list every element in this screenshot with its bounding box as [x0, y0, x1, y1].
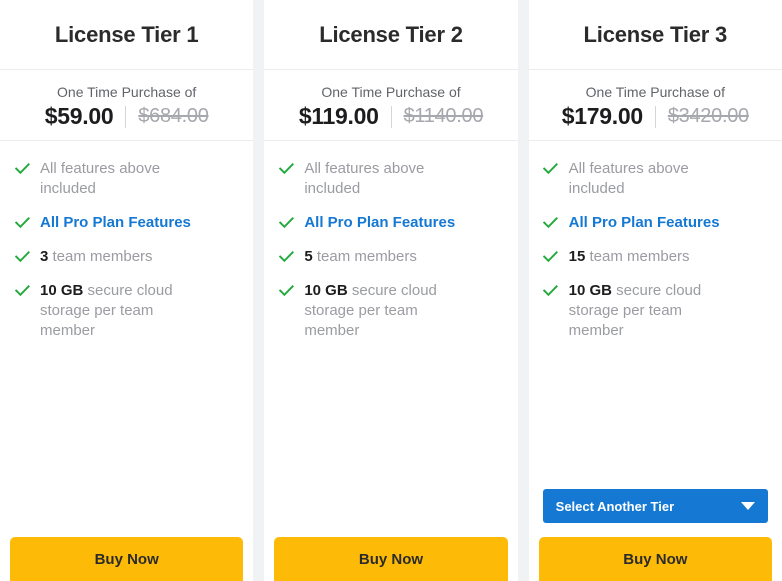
price-current: $179.00 [561, 103, 643, 129]
price-original: $1140.00 [403, 105, 484, 127]
tier-card-header: License Tier 1 [0, 0, 254, 70]
price-block: One Time Purchase of $119.00 $1140.00 [264, 70, 518, 141]
feature-text: 15 team members [569, 247, 690, 267]
tier-card: License Tier 3 One Time Purchase of $179.0… [528, 0, 782, 581]
price-caption: One Time Purchase of [57, 84, 197, 100]
price-divider [654, 105, 656, 128]
feature-highlight: 15 [568, 248, 586, 265]
price-block: One Time Purchase of $59.00 $684.00 [0, 70, 254, 141]
feature-list: All features above included All Pro Plan … [264, 141, 517, 537]
check-icon [543, 281, 559, 301]
price-current: $119.00 [298, 103, 379, 129]
feature-item: 5 team members [278, 247, 503, 267]
price-block: One Time Purchase of $179.00 $3420.00 [528, 70, 782, 141]
feature-highlight: 5 [304, 248, 313, 265]
check-icon [14, 213, 30, 233]
tier-card: License Tier 2 One Time Purchase of $119.0… [264, 0, 518, 581]
tier-card-header: License Tier 2 [264, 0, 518, 70]
select-tier-label: Select Another Tier [555, 498, 675, 514]
feature-text: All features above included [40, 160, 161, 197]
price-original: $3420.00 [667, 105, 749, 127]
feature-item: All Pro Plan Features [543, 213, 768, 233]
feature-link[interactable]: All Pro Plan Features [569, 213, 720, 233]
check-icon [278, 281, 294, 301]
check-icon [543, 159, 559, 179]
feature-label: team members [48, 248, 153, 265]
tier-title: License Tier 3 [583, 21, 728, 47]
check-icon [14, 159, 30, 179]
price-original: $684.00 [138, 105, 209, 127]
feature-highlight: 10 GB [40, 282, 84, 299]
feature-item: All Pro Plan Features [14, 213, 239, 233]
feature-text: All features above included [304, 160, 425, 197]
feature-text: 10 GB secure cloud storage per team memb… [569, 281, 724, 341]
feature-link[interactable]: All Pro Plan Features [40, 213, 191, 233]
feature-item: All features above included [14, 159, 239, 199]
feature-item: All features above included [543, 159, 768, 199]
feature-link[interactable]: All Pro Plan Features [304, 213, 455, 233]
price-row: $59.00 $684.00 [45, 103, 209, 130]
feature-list: All features above included All Pro Plan … [529, 141, 782, 489]
tier-card: License Tier 1 One Time Purchase of $59.00… [0, 0, 254, 581]
feature-item: 10 GB secure cloud storage per team memb… [14, 281, 239, 341]
select-another-tier-dropdown[interactable]: Select Another Tier [542, 489, 768, 523]
feature-label: team members [312, 248, 417, 265]
feature-label: team members [585, 248, 690, 265]
feature-item: 15 team members [543, 247, 768, 267]
feature-item: All Pro Plan Features [278, 213, 503, 233]
tier-title: License Tier 1 [54, 21, 199, 47]
price-caption: One Time Purchase of [321, 84, 461, 100]
check-icon [14, 281, 30, 301]
check-icon [278, 247, 294, 267]
feature-list: All features above included All Pro Plan … [0, 141, 253, 537]
price-caption: One Time Purchase of [585, 84, 725, 100]
feature-text: 5 team members [304, 247, 417, 267]
price-row: $179.00 $3420.00 [562, 103, 749, 130]
feature-text: 3 team members [40, 247, 153, 267]
buy-now-button[interactable]: Buy Now [10, 537, 244, 581]
feature-highlight: 10 GB [568, 282, 613, 299]
price-divider [125, 105, 127, 128]
feature-text: All features above included [568, 160, 689, 197]
feature-text: 10 GB secure cloud storage per team memb… [304, 281, 459, 341]
price-divider [390, 105, 392, 128]
check-icon [278, 213, 294, 233]
select-tier-wrapper: Select Another Tier [529, 489, 782, 537]
check-icon [14, 247, 30, 267]
feature-highlight: 10 GB [304, 282, 348, 299]
tier-card-header: License Tier 3 [528, 0, 782, 70]
pricing-tier-grid: License Tier 1 One Time Purchase of $59.00… [0, 0, 782, 581]
feature-item: All features above included [278, 159, 503, 199]
check-icon [543, 247, 559, 267]
price-current: $59.00 [44, 103, 114, 129]
feature-item: 10 GB secure cloud storage per team memb… [543, 281, 768, 341]
chevron-down-icon [740, 502, 755, 510]
feature-text: 10 GB secure cloud storage per team memb… [40, 281, 195, 341]
buy-now-button[interactable]: Buy Now [538, 537, 772, 581]
price-row: $119.00 $1140.00 [298, 103, 484, 130]
tier-title: License Tier 2 [319, 21, 463, 47]
check-icon [278, 159, 294, 179]
buy-now-button[interactable]: Buy Now [274, 537, 508, 581]
feature-item: 3 team members [14, 247, 239, 267]
feature-item: 10 GB secure cloud storage per team memb… [278, 281, 503, 341]
check-icon [543, 213, 559, 233]
